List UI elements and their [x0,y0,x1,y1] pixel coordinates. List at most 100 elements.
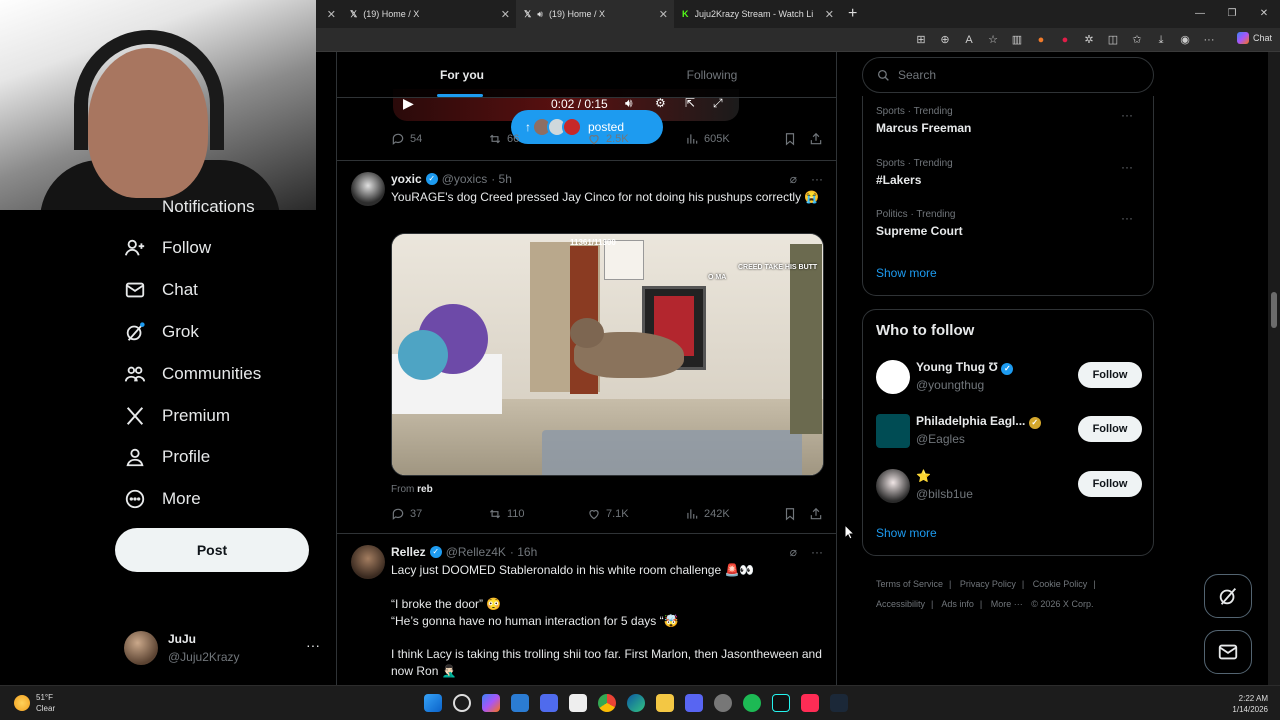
close-icon[interactable]: ✕ [501,8,510,21]
author-handle[interactable]: @yoxics [442,172,488,186]
follow-button[interactable]: Follow [1078,471,1142,497]
follow-button[interactable]: Follow [1078,416,1142,442]
account-switcher[interactable]: JuJu @Juju2Krazy ··· [124,631,324,667]
read-aloud-icon[interactable]: A [962,33,976,47]
extensions-icon[interactable]: ✲ [1082,33,1096,47]
copilot-chat-button[interactable]: Chat [1236,32,1272,44]
app-icon[interactable] [801,694,819,712]
grok-icon[interactable]: ⌀ [790,172,797,186]
author-handle[interactable]: @Rellez4K [446,545,506,559]
more-icon[interactable]: ··· [306,637,320,653]
browser-tab[interactable]: K Juju2Krazy Stream - Watch Live on ✕ [674,0,840,28]
tab-for-you[interactable]: For you [337,52,587,97]
app-icon[interactable] [569,694,587,712]
repost-button[interactable]: 66 [488,132,519,146]
from-source[interactable]: reb [417,484,433,495]
speaker-icon[interactable]: 🔊︎ [537,9,543,20]
footer-link[interactable]: More ··· [991,599,1023,609]
follow-suggestion[interactable]: ⭐ @bilsb1ue Follow [876,467,1142,507]
post-button[interactable]: Post [115,528,309,572]
minimize-icon[interactable]: — [1184,0,1216,28]
nav-profile[interactable]: Profile [124,446,210,468]
like-button[interactable]: 2.5K [587,132,629,146]
settings-icon[interactable]: ⚙ [655,96,666,110]
favorite-icon[interactable]: ☆ [986,33,1000,47]
menu-icon[interactable]: ··· [1202,33,1216,47]
tweet-media[interactable]: 11361/11300 CREED TAKE HIS BUTT O MA [391,233,824,476]
repost-button[interactable]: 110 [488,507,525,521]
extension-icon[interactable]: ● [1034,33,1048,47]
nav-premium[interactable]: Premium [124,405,230,427]
more-icon[interactable]: ··· [1121,160,1133,174]
page-scrollbar[interactable] [1268,52,1280,685]
extension-icon[interactable]: ● [1058,33,1072,47]
grok-fab-button[interactable] [1204,574,1252,618]
restore-icon[interactable]: ❐ [1216,0,1248,28]
app-icon[interactable] [540,694,558,712]
follow-suggestion[interactable]: Young Thug Ʊ ✓ @youngthug Follow [876,358,1142,398]
browser-tab-active[interactable]: 𝕏 🔊︎ (19) Home / X ✕ [516,0,674,28]
tab-actions-icon[interactable]: ⊞ [914,33,928,47]
footer-link[interactable]: Accessibility [876,599,925,609]
copilot-icon[interactable] [482,694,500,712]
mail-app-icon[interactable] [511,694,529,712]
search-icon[interactable] [453,694,471,712]
more-icon[interactable]: ··· [1121,211,1133,225]
chrome-icon[interactable] [598,694,616,712]
tweet[interactable]: Rellez ✓ @Rellez4K · 16h ⌀ ··· Lacy just… [337,533,836,685]
footer-link[interactable]: Terms of Service [876,579,943,589]
profile-icon[interactable]: ◉ [1178,33,1192,47]
tiktok-icon[interactable] [772,694,790,712]
nav-grok[interactable]: Grok [124,321,199,343]
more-icon[interactable]: ··· [811,172,823,186]
more-icon[interactable]: ··· [811,545,823,559]
volume-icon[interactable]: 🔊︎ [625,96,633,111]
nav-more[interactable]: More [124,488,201,510]
timestamp[interactable]: · 16h [510,545,537,559]
footer-link[interactable]: Privacy Policy [960,579,1016,589]
nav-communities[interactable]: Communities [124,363,261,385]
trend-item[interactable]: Politics · Trending Supreme Court ··· [876,209,1141,238]
close-icon[interactable]: ✕ [327,8,336,21]
steam-icon[interactable] [830,694,848,712]
bookmark-button[interactable] [783,132,797,146]
browser-tab[interactable]: 𝕏 (19) Home / X ✕ [342,0,516,28]
share-button[interactable] [809,507,823,521]
trend-item[interactable]: Sports · Trending Marcus Freeman ··· [876,106,1141,135]
follow-suggestion[interactable]: Philadelphia Eagl... ✓ @Eagles Follow [876,412,1142,452]
split-screen-icon[interactable]: ◫ [1106,33,1120,47]
reply-button[interactable]: 37 [391,507,422,521]
nav-chat[interactable]: Chat [124,279,198,301]
system-clock[interactable]: 2:22 AM 1/14/2026 [1232,693,1268,715]
more-icon[interactable]: ··· [1121,108,1133,122]
download-icon[interactable]: ⤓ [1154,33,1168,47]
messages-fab-button[interactable] [1204,630,1252,674]
footer-link[interactable]: Ads info [941,599,974,609]
edge-icon[interactable] [627,694,645,712]
weather-widget[interactable]: 51°F Clear [14,692,55,714]
extension-icon[interactable]: ▥ [1010,33,1024,47]
avatar[interactable] [351,172,385,206]
discord-icon[interactable] [685,694,703,712]
share-button[interactable] [809,132,823,146]
nav-notifications[interactable]: Notifications [124,196,255,218]
close-icon[interactable]: ✕ [659,8,668,21]
favorites-icon[interactable]: ✩ [1130,33,1144,47]
start-icon[interactable] [424,694,442,712]
tab-close-prev[interactable]: ✕ [316,0,342,28]
file-explorer-icon[interactable] [656,694,674,712]
author-name[interactable]: yoxic [391,172,422,186]
grok-icon[interactable]: ⌀ [790,545,797,559]
bookmark-button[interactable] [783,507,797,521]
trend-item[interactable]: Sports · Trending #Lakers ··· [876,158,1141,187]
close-window-icon[interactable]: ✕ [1248,0,1280,28]
like-button[interactable]: 7.1K [587,507,629,521]
tab-following[interactable]: Following [587,52,836,97]
timestamp[interactable]: · 5h [491,172,512,186]
popout-icon[interactable]: ⇱ [685,96,695,110]
app-icon[interactable] [714,694,732,712]
author-name[interactable]: Rellez [391,545,426,559]
views-button[interactable]: 605K [685,132,730,146]
avatar[interactable] [351,545,385,579]
close-icon[interactable]: ✕ [825,8,834,21]
